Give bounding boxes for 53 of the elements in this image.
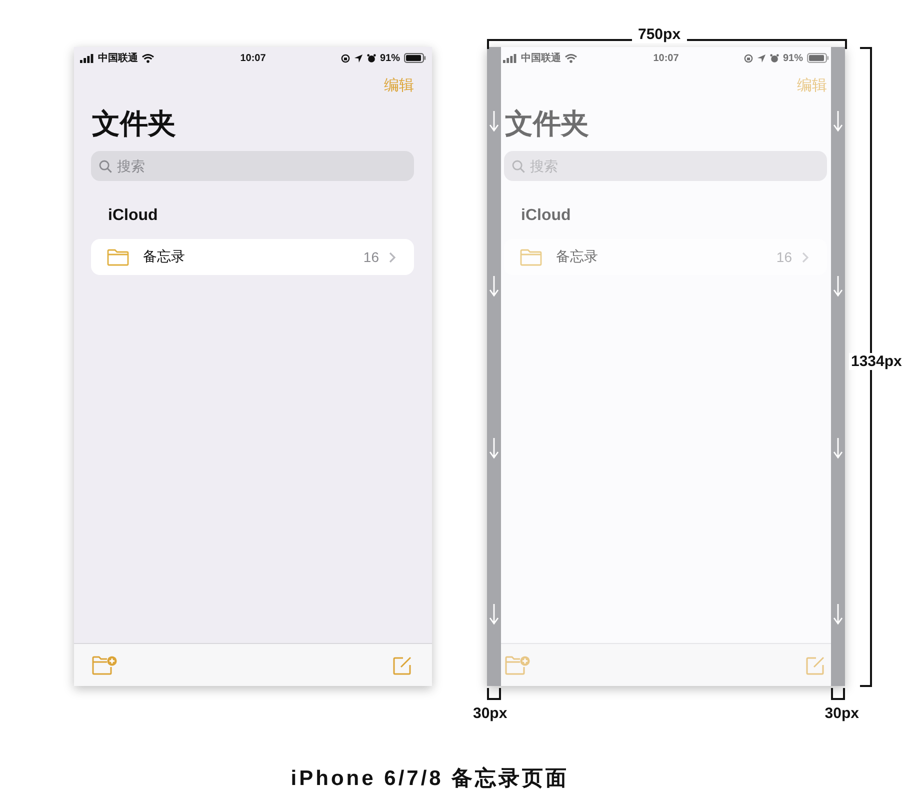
battery-percent: 91% (380, 52, 400, 64)
alarm-icon (770, 54, 779, 62)
compose-icon[interactable] (393, 656, 412, 674)
battery-icon (806, 53, 829, 63)
folder-name: 备忘录 (556, 248, 599, 266)
chevron-icon (389, 252, 396, 262)
new-folder-icon[interactable] (505, 655, 531, 675)
margin-bracket (487, 688, 501, 700)
folder-icon (107, 248, 129, 266)
folder-name: 备忘录 (143, 248, 186, 266)
carrier-name: 中国联通 (521, 52, 561, 65)
down-arrow-icon (833, 275, 843, 297)
carrier-name: 中国联通 (98, 52, 138, 65)
down-arrow-icon (833, 110, 843, 132)
down-arrow-icon (489, 437, 499, 459)
note-count: 16 (776, 249, 792, 265)
compose-icon[interactable] (806, 656, 825, 674)
margin-label: 30px (473, 705, 508, 722)
down-arrow-icon (489, 110, 499, 132)
page-title: 文件夹 (92, 107, 176, 141)
down-arrow-icon (833, 603, 843, 625)
search-field[interactable]: 搜索 (91, 151, 414, 181)
down-arrow-icon (833, 437, 843, 459)
chevron-icon (802, 252, 809, 262)
section-header: iCloud (108, 206, 159, 226)
down-arrow-icon (489, 603, 499, 625)
margin-label: 30px (824, 705, 859, 722)
rotation-lock-icon (340, 54, 350, 62)
page-title: 文件夹 (505, 107, 589, 141)
search-icon (512, 160, 525, 173)
location-icon (756, 54, 766, 62)
rotation-lock-icon (744, 54, 753, 62)
signal-icon (503, 54, 517, 62)
signal-icon (80, 54, 94, 62)
margin-bracket (831, 688, 845, 700)
wifi-icon (142, 54, 154, 62)
location-icon (354, 54, 363, 62)
folder-icon (520, 248, 542, 266)
search-icon (99, 160, 112, 173)
note-count: 16 (363, 249, 379, 265)
status-time: 10:07 (240, 52, 266, 64)
down-arrow-icon (489, 275, 499, 297)
wifi-icon (565, 54, 577, 62)
new-folder-icon[interactable] (92, 655, 118, 675)
folder-row[interactable]: 备忘录 16 (91, 239, 414, 275)
section-header: iCloud (521, 206, 572, 226)
caption: iPhone 6/7/8 备忘录页面 (290, 766, 570, 792)
height-label: 1334px (849, 353, 904, 370)
status-time: 10:07 (653, 52, 679, 64)
alarm-icon (366, 54, 376, 62)
battery-icon (404, 53, 426, 63)
battery-percent: 91% (782, 52, 803, 64)
width-label: 750px (632, 26, 687, 43)
